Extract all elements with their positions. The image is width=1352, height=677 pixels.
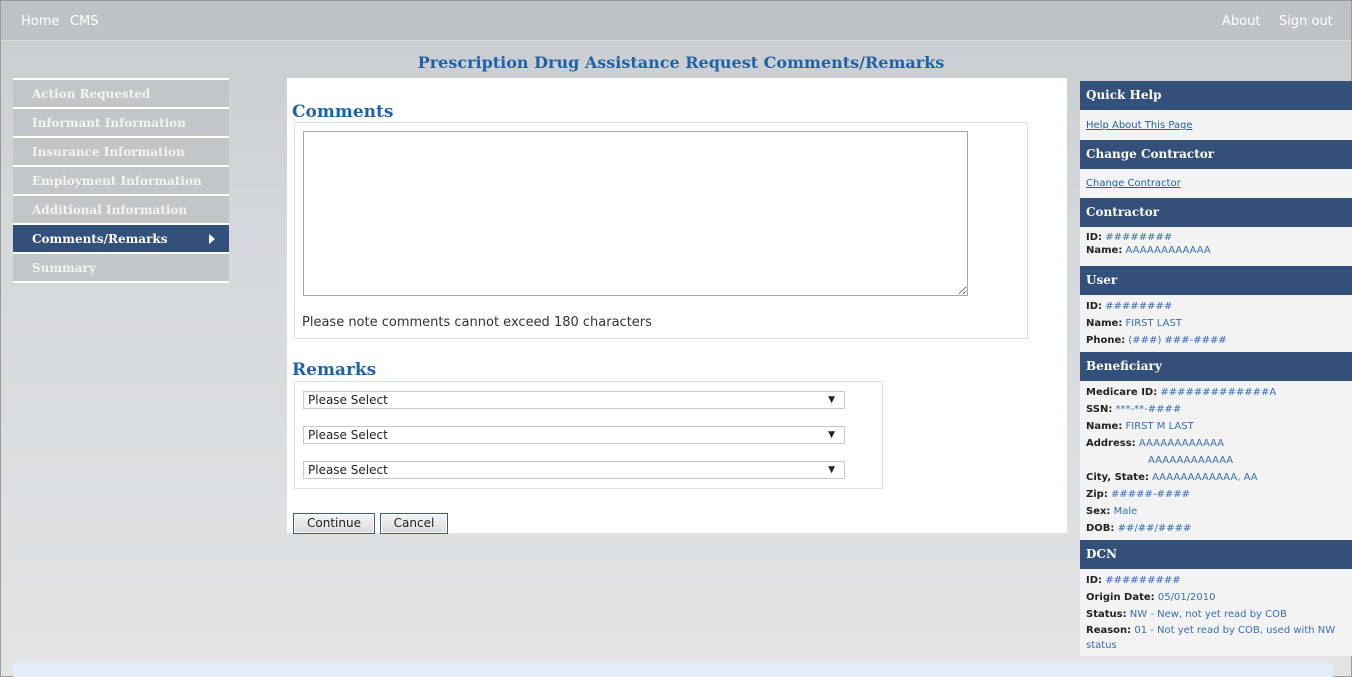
city-state-value: AAAAAAAAAAAA, AA [1152, 472, 1258, 483]
page-title: Prescription Drug Assistance Request Com… [417, 53, 945, 72]
change-contractor-body: Change Contractor [1080, 169, 1352, 198]
left-navigation: Action Requested Informant Information I… [13, 78, 229, 283]
nav-item-additional-information[interactable]: Additional Information [13, 194, 229, 223]
help-about-page-link[interactable]: Help About This Page [1086, 120, 1193, 131]
bottom-strip [13, 663, 1333, 677]
comments-textarea[interactable] [303, 131, 968, 296]
address-line-1: AAAAAAAAAAAA [1138, 438, 1225, 449]
chevron-right-icon [209, 234, 215, 244]
select-value: Please Select [308, 463, 388, 477]
user-name-value: FIRST LAST [1125, 318, 1182, 329]
dcn-body: ID: ######### Origin Date: 05/01/2010 St… [1080, 569, 1352, 656]
address-label: Address: [1086, 438, 1136, 449]
comments-note: Please note comments cannot exceed 180 c… [302, 315, 652, 330]
user-phone-value: (###) ###-#### [1128, 335, 1227, 346]
dropdown-arrow-icon: ▼ [828, 395, 835, 405]
origin-date-value: 05/01/2010 [1157, 592, 1216, 603]
top-nav-bar: Home CMS About Sign out [1, 1, 1351, 41]
city-state-label: City, State: [1086, 472, 1149, 483]
user-phone-label: Phone: [1086, 335, 1126, 346]
nav-item-action-requested[interactable]: Action Requested [13, 78, 229, 107]
nav-item-employment-information[interactable]: Employment Information [13, 165, 229, 194]
address-line-2: AAAAAAAAAAAA [1148, 455, 1234, 466]
remarks-heading: Remarks [292, 360, 377, 380]
contractor-id-label: ID: [1086, 232, 1103, 243]
medicare-id-value: #############A [1160, 387, 1277, 398]
user-name-label: Name: [1086, 318, 1123, 329]
right-panel: Quick Help Help About This Page Change C… [1080, 81, 1352, 656]
beneficiary-name-label: Name: [1086, 421, 1123, 432]
medicare-id-label: Medicare ID: [1086, 387, 1158, 398]
dropdown-arrow-icon: ▼ [828, 430, 835, 440]
contractor-name-label: Name: [1086, 245, 1123, 256]
status-value: NW - New, not yet read by COB [1129, 609, 1287, 620]
contractor-header: Contractor [1080, 198, 1352, 227]
nav-item-informant-information[interactable]: Informant Information [13, 107, 229, 136]
continue-button[interactable]: Continue [293, 513, 375, 534]
cms-link[interactable]: CMS [70, 14, 99, 29]
nav-item-insurance-information[interactable]: Insurance Information [13, 136, 229, 165]
select-value: Please Select [308, 428, 388, 442]
user-id-label: ID: [1086, 301, 1103, 312]
quick-help-header: Quick Help [1080, 81, 1352, 110]
user-header: User [1080, 266, 1352, 295]
signout-link[interactable]: Sign out [1279, 14, 1333, 29]
dropdown-arrow-icon: ▼ [828, 465, 835, 475]
remark-select-2[interactable]: Please Select ▼ [303, 426, 845, 444]
remark-select-3[interactable]: Please Select ▼ [303, 461, 845, 479]
sex-label: Sex: [1086, 506, 1111, 517]
cancel-button[interactable]: Cancel [380, 513, 448, 534]
comments-heading: Comments [292, 102, 394, 122]
nav-item-comments-remarks[interactable]: Comments/Remarks [13, 223, 229, 252]
dcn-id-value: ######### [1105, 575, 1181, 586]
contractor-name-value: AAAAAAAAAAAA [1125, 245, 1211, 256]
select-value: Please Select [308, 393, 388, 407]
beneficiary-name-value: FIRST M LAST [1125, 421, 1194, 432]
sex-value: Male [1113, 506, 1138, 517]
dob-value: ##/##/#### [1117, 523, 1192, 534]
nav-item-label: Comments/Remarks [32, 232, 168, 246]
contractor-id-value: ######## [1105, 232, 1173, 243]
nav-item-summary[interactable]: Summary [13, 252, 229, 281]
home-link[interactable]: Home [21, 14, 59, 29]
reason-label: Reason: [1086, 625, 1132, 636]
change-contractor-header: Change Contractor [1080, 140, 1352, 169]
change-contractor-link[interactable]: Change Contractor [1086, 178, 1181, 189]
about-link[interactable]: About [1222, 14, 1260, 29]
beneficiary-body: Medicare ID: #############A SSN: ***-**-… [1080, 381, 1352, 540]
contractor-body: ID: ######## Name: AAAAAAAAAAAA [1080, 227, 1352, 266]
dcn-id-label: ID: [1086, 575, 1103, 586]
user-body: ID: ######## Name: FIRST LAST Phone: (##… [1080, 295, 1352, 352]
ssn-label: SSN: [1086, 404, 1113, 415]
origin-date-label: Origin Date: [1086, 592, 1155, 603]
beneficiary-header: Beneficiary [1080, 352, 1352, 381]
status-label: Status: [1086, 609, 1127, 620]
dob-label: DOB: [1086, 523, 1115, 534]
quick-help-body: Help About This Page [1080, 110, 1352, 140]
remark-select-1[interactable]: Please Select ▼ [303, 391, 845, 409]
user-id-value: ######## [1105, 301, 1173, 312]
ssn-value: ***-**-#### [1115, 404, 1182, 415]
dcn-header: DCN [1080, 540, 1352, 569]
zip-label: Zip: [1086, 489, 1108, 500]
zip-value: #####-#### [1111, 489, 1191, 500]
